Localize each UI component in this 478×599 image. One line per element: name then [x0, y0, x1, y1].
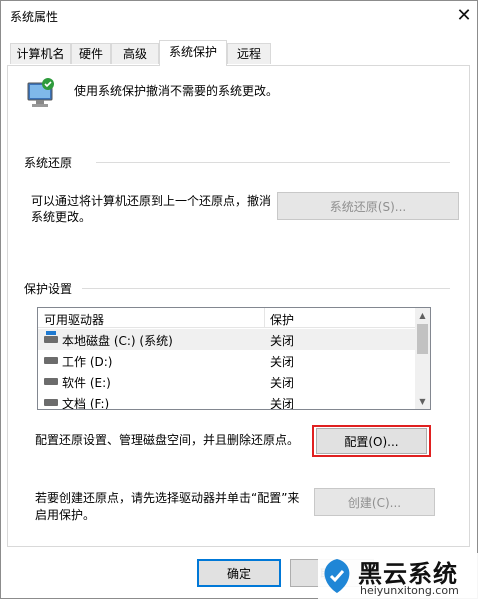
drive-status: 关闭: [270, 397, 295, 410]
drive-row[interactable]: 文档 (F:) 关闭: [38, 392, 415, 410]
drive-icon: [44, 357, 58, 364]
drive-status: 关闭: [270, 376, 295, 390]
tab-panel: [7, 65, 470, 547]
scroll-up-icon[interactable]: ▲: [415, 308, 430, 323]
create-description-1: 若要创建还原点，请先选择驱动器并单击“配置”来: [35, 491, 300, 505]
configure-description: 配置还原设置、管理磁盘空间，并且删除还原点。: [35, 433, 300, 447]
brand-logo-icon: [324, 559, 350, 593]
tab-system-protection[interactable]: 系统保护: [159, 40, 227, 66]
column-drive[interactable]: 可用驱动器: [44, 311, 104, 328]
ok-button[interactable]: 确定: [197, 559, 281, 587]
scroll-thumb[interactable]: [417, 324, 428, 354]
drive-name: 文档 (F:): [62, 397, 110, 410]
drive-row[interactable]: 工作 (D:) 关闭: [38, 350, 415, 371]
protection-divider: [82, 288, 450, 289]
create-description-2: 启用保护。: [35, 508, 96, 522]
drive-row[interactable]: 本地磁盘 (C:) (系统) 关闭: [38, 329, 415, 350]
drive-list-scrollbar[interactable]: ▲ ▼: [415, 308, 430, 409]
tab-remote[interactable]: 远程: [227, 43, 271, 64]
drive-list[interactable]: 可用驱动器 保护 本地磁盘 (C:) (系统) 关闭 工作 (D:) 关闭 软件…: [37, 307, 431, 410]
watermark: 黑云系统 heiyunxitong.com: [318, 553, 478, 599]
drive-name: 工作 (D:): [62, 355, 113, 369]
tab-hardware[interactable]: 硬件: [71, 43, 111, 64]
window-title: 系统属性: [10, 10, 59, 24]
drive-list-header: 可用驱动器 保护: [38, 308, 415, 328]
protection-heading: 保护设置: [24, 282, 73, 296]
configure-highlight: [312, 425, 431, 457]
drive-status: 关闭: [270, 334, 295, 348]
column-divider: [264, 308, 265, 328]
system-protection-icon: [24, 77, 58, 111]
restore-heading: 系统还原: [24, 156, 73, 170]
create-button[interactable]: 创建(C)...: [314, 488, 435, 516]
drive-icon: [44, 399, 58, 406]
restore-description-1: 可以通过将计算机还原到上一个还原点，撤消: [31, 194, 272, 208]
column-protection[interactable]: 保护: [270, 311, 294, 328]
tab-computer-name[interactable]: 计算机名: [10, 43, 71, 64]
intro-text: 使用系统保护撤消不需要的系统更改。: [74, 84, 279, 98]
drive-row[interactable]: 软件 (E:) 关闭: [38, 371, 415, 392]
restore-description-2: 系统更改。: [31, 210, 92, 224]
system-drive-icon: [44, 331, 58, 343]
watermark-url: heiyunxitong.com: [360, 584, 459, 597]
drive-icon: [44, 378, 58, 385]
restore-divider: [96, 162, 450, 163]
drive-name: 软件 (E:): [62, 376, 111, 390]
drive-status: 关闭: [270, 355, 295, 369]
system-restore-button[interactable]: 系统还原(S)...: [277, 192, 459, 220]
tab-advanced[interactable]: 高级: [111, 43, 159, 64]
scroll-down-icon[interactable]: ▼: [415, 394, 430, 409]
close-icon[interactable]: ✕: [452, 3, 476, 27]
drive-name: 本地磁盘 (C:) (系统): [62, 334, 173, 348]
